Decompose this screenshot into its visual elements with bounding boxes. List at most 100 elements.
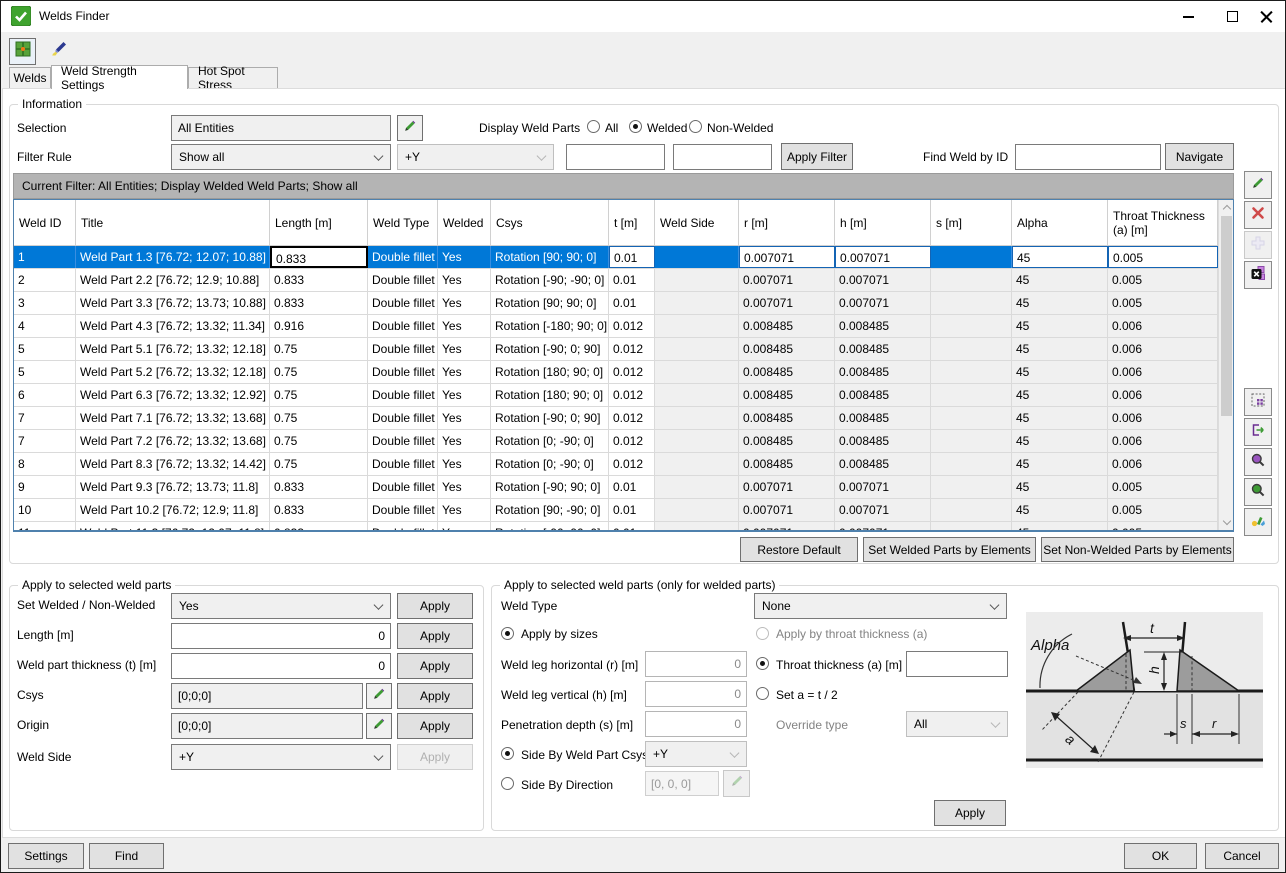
table-cell[interactable]: 10 [14,499,76,521]
table-cell[interactable]: Double fillet [368,338,438,360]
table-row[interactable]: 5Weld Part 5.1 [76.72; 13.32; 12.18]0.75… [14,338,1233,361]
table-cell[interactable]: Yes [438,269,491,291]
table-cell[interactable]: Rotation [-90; -90; 0] [491,269,609,291]
table-cell[interactable]: 45 [1012,292,1108,314]
table-cell[interactable] [931,476,1012,498]
table-cell[interactable]: 0.005 [1108,522,1218,532]
table-cell[interactable]: 0.008485 [835,361,931,383]
tab-welds[interactable]: Welds [9,67,51,88]
filter-rule-combo[interactable]: Show all [171,144,391,170]
table-row[interactable]: 9Weld Part 9.3 [76.72; 13.73; 11.8]0.833… [14,476,1233,499]
table-cell[interactable]: 45 [1012,522,1108,532]
table-cell[interactable]: 45 [1012,453,1108,475]
table-cell[interactable]: Yes [438,476,491,498]
zoom-fit-button[interactable] [1244,478,1272,506]
cancel-button[interactable]: Cancel [1205,843,1279,869]
display-non-welded-radio[interactable] [689,120,702,133]
table-cell[interactable]: Weld Part 7.2 [76.72; 13.32; 13.68] [76,430,270,452]
column-header[interactable]: Title [76,200,270,245]
tab-hot-spot-stress[interactable]: Hot Spot Stress [188,67,278,88]
table-cell[interactable]: 45 [1012,407,1108,429]
set-welded-combo[interactable]: Yes [171,593,391,619]
table-cell[interactable] [655,430,739,452]
table-cell[interactable] [655,269,739,291]
table-row[interactable]: 11Weld Part 11.3 [76.72; 12.07; 11.8]0.8… [14,522,1233,532]
table-cell[interactable]: Weld Part 4.3 [76.72; 13.32; 11.34] [76,315,270,337]
table-cell[interactable]: 0.007071 [739,292,835,314]
table-cell[interactable]: Yes [438,499,491,521]
table-cell[interactable]: 0.006 [1108,430,1218,452]
table-cell[interactable] [655,384,739,406]
table-cell[interactable]: Double fillet [368,499,438,521]
table-cell[interactable]: Yes [438,430,491,452]
minimize-button[interactable] [1171,1,1205,32]
side-by-direction-radio[interactable] [501,777,514,790]
filter-min-input[interactable] [566,144,665,170]
table-cell[interactable]: Weld Part 5.1 [76.72; 13.32; 12.18] [76,338,270,360]
apply-welded-button[interactable]: Apply [397,593,473,619]
scrollbar-thumb[interactable] [1221,216,1232,416]
table-cell[interactable]: Double fillet [368,430,438,452]
table-cell[interactable]: 4 [14,315,76,337]
table-cell[interactable]: 0.833 [270,522,368,532]
delete-row-button[interactable] [1244,201,1272,229]
restore-default-button[interactable]: Restore Default [740,537,858,562]
table-cell[interactable]: Rotation [-90; 90; 0] [491,522,609,532]
table-cell[interactable] [655,361,739,383]
table-cell[interactable] [655,292,739,314]
table-cell[interactable]: 0.005 [1108,246,1218,268]
table-cell[interactable]: Rotation [0; -90; 0] [491,453,609,475]
table-cell[interactable]: 0.007071 [835,499,931,521]
table-cell[interactable]: 0.008485 [739,407,835,429]
table-cell[interactable]: 45 [1012,246,1108,268]
column-header[interactable]: Weld Side [655,200,739,245]
table-cell[interactable]: 0.006 [1108,453,1218,475]
table-cell[interactable]: Double fillet [368,315,438,337]
table-cell[interactable]: 5 [14,338,76,360]
weld-type-combo[interactable]: None [754,593,1007,619]
table-cell[interactable]: 45 [1012,269,1108,291]
table-row[interactable]: 8Weld Part 8.3 [76.72; 13.32; 14.42]0.75… [14,453,1233,476]
table-cell[interactable]: 0.008485 [739,315,835,337]
table-cell[interactable]: 0.75 [270,384,368,406]
table-cell[interactable]: Double fillet [368,522,438,532]
table-cell[interactable]: 0.75 [270,453,368,475]
table-row[interactable]: 1Weld Part 1.3 [76.72; 12.07; 10.88]0.83… [14,246,1233,269]
table-cell[interactable]: 45 [1012,476,1108,498]
table-row[interactable]: 6Weld Part 6.3 [76.72; 13.32; 12.92]0.75… [14,384,1233,407]
table-cell[interactable]: 0.008485 [835,407,931,429]
table-cell[interactable]: 0.006 [1108,361,1218,383]
export-button[interactable] [1244,418,1272,446]
apply-by-sizes-radio[interactable] [501,627,514,640]
table-cell[interactable]: 0.007071 [739,269,835,291]
apply-origin-button[interactable]: Apply [397,713,473,739]
throat-thickness-radio[interactable] [756,657,769,670]
table-cell[interactable]: Double fillet [368,246,438,268]
apply-thickness-button[interactable]: Apply [397,653,473,679]
apply-welded-panel-button[interactable]: Apply [934,800,1006,826]
table-cell[interactable]: 0.007071 [739,499,835,521]
table-cell[interactable]: 0.008485 [835,384,931,406]
set-welded-parts-button[interactable]: Set Welded Parts by Elements [863,537,1036,562]
leg-vertical-input[interactable] [645,681,747,707]
table-cell[interactable] [655,407,739,429]
leg-horizontal-input[interactable] [645,651,747,677]
table-cell[interactable]: Weld Part 3.3 [76.72; 13.73; 10.88] [76,292,270,314]
table-cell[interactable]: Yes [438,407,491,429]
table-cell[interactable]: Weld Part 8.3 [76.72; 13.32; 14.42] [76,453,270,475]
table-cell[interactable]: Weld Part 7.1 [76.72; 13.32; 13.68] [76,407,270,429]
tab-weld-strength-settings[interactable]: Weld Strength Settings [51,65,188,89]
table-cell[interactable]: 0.75 [270,338,368,360]
edit-origin-button[interactable] [366,713,392,739]
table-cell[interactable]: 11 [14,522,76,532]
table-cell[interactable]: 0.005 [1108,292,1218,314]
table-cell[interactable]: Rotation [-90; 90; 0] [491,476,609,498]
table-cell[interactable]: 0.012 [609,430,655,452]
table-cell[interactable]: 0.01 [609,522,655,532]
table-cell[interactable]: 45 [1012,430,1108,452]
settings-button[interactable]: Settings [8,843,84,869]
table-cell[interactable] [931,315,1012,337]
table-cell[interactable]: Double fillet [368,269,438,291]
table-cell[interactable]: 0.007071 [739,522,835,532]
table-cell[interactable]: 0.012 [609,384,655,406]
